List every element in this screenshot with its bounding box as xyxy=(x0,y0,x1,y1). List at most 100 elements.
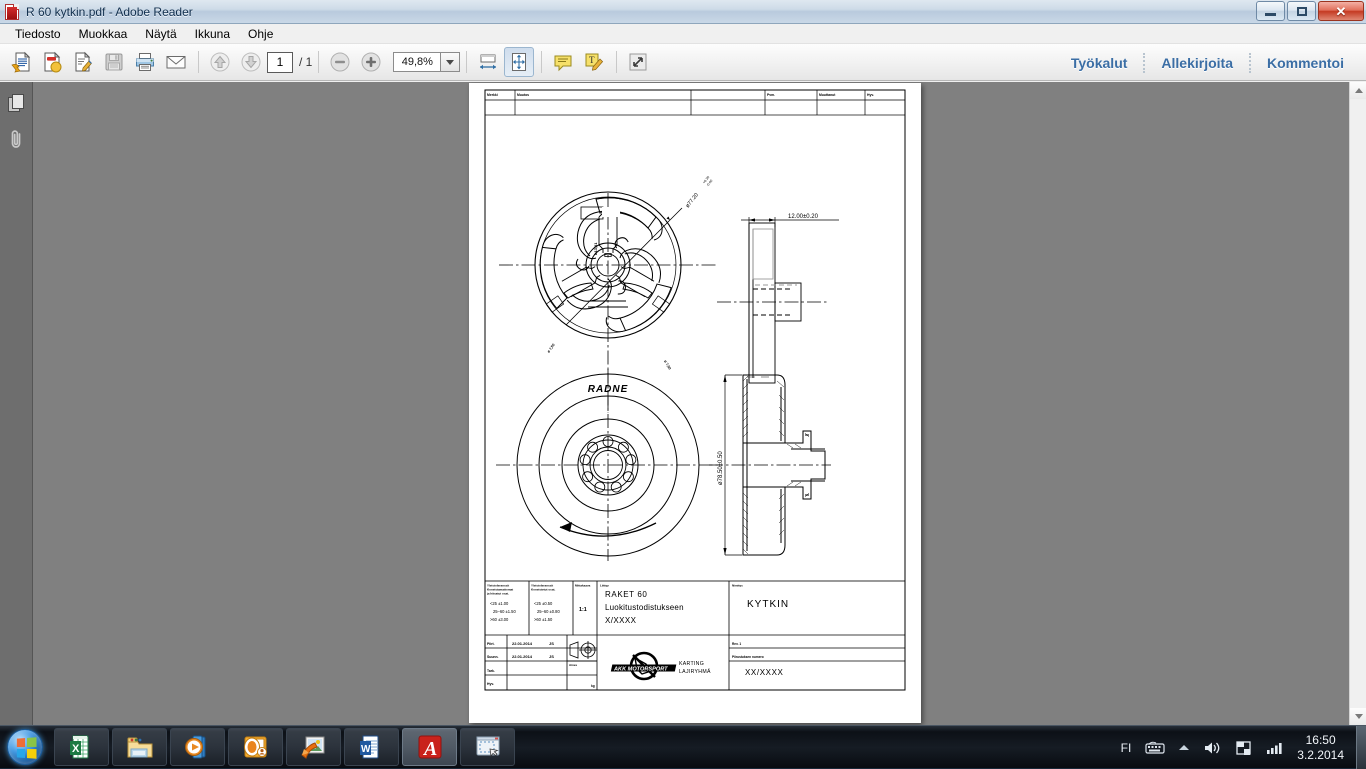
svg-text:LAJIRYHMÄ: LAJIRYHMÄ xyxy=(679,668,711,675)
word-icon: W xyxy=(358,733,386,761)
svg-text:Tark.: Tark. xyxy=(487,669,495,673)
taskbar-buttons: X xyxy=(54,728,518,766)
svg-text:Aines: Aines xyxy=(569,663,578,667)
svg-text:Pvm.: Pvm. xyxy=(767,93,775,97)
svg-text:JS: JS xyxy=(549,654,554,659)
svg-text:ø77.20: ø77.20 xyxy=(685,192,700,209)
svg-text:22.01.2014: 22.01.2014 xyxy=(512,641,533,646)
svg-text:25–60 ±1.50: 25–60 ±1.50 xyxy=(493,609,516,614)
fit-width-button[interactable] xyxy=(473,47,503,77)
taskbar-excel[interactable]: X xyxy=(54,728,109,766)
svg-text:RAKET 60: RAKET 60 xyxy=(605,590,647,599)
svg-text:>60 ±1.50: >60 ±1.50 xyxy=(534,617,553,622)
taskbar-explorer[interactable] xyxy=(112,728,167,766)
print-button[interactable] xyxy=(130,47,160,77)
minimize-button[interactable] xyxy=(1256,1,1285,21)
taskbar-snipping-tool[interactable] xyxy=(460,728,515,766)
show-hidden-icons-button[interactable] xyxy=(1179,745,1189,750)
vertical-scrollbar[interactable] xyxy=(1349,82,1366,725)
svg-text:<25 ±1.00: <25 ±1.00 xyxy=(490,601,509,606)
action-center-icon[interactable] xyxy=(1235,740,1252,756)
taskbar-word[interactable]: W xyxy=(344,728,399,766)
document-area: Merkki Muutos Pvm. Muuttanut Hyv. xyxy=(0,82,1366,725)
show-desktop-button[interactable] xyxy=(1356,726,1366,769)
svg-text:Piirt.: Piirt. xyxy=(487,642,495,646)
save-button[interactable] xyxy=(99,47,129,77)
photo-gallery-icon xyxy=(300,733,328,761)
page-number-input[interactable]: 1 xyxy=(267,52,293,73)
close-button[interactable]: ✕ xyxy=(1318,1,1364,21)
scroll-down-button[interactable] xyxy=(1350,708,1366,725)
page-thumbnails-icon[interactable] xyxy=(4,91,28,117)
sign-panel-link[interactable]: Allekirjoita xyxy=(1145,55,1249,71)
menu-window[interactable]: Ikkuna xyxy=(186,25,239,43)
comment-tool-button[interactable] xyxy=(548,47,578,77)
previous-page-button[interactable] xyxy=(205,47,235,77)
network-signal-icon[interactable] xyxy=(1266,741,1284,755)
zoom-level-input[interactable]: 49,8% xyxy=(393,52,441,72)
volume-icon[interactable] xyxy=(1203,740,1221,756)
taskbar-adobe-reader[interactable]: A xyxy=(402,728,457,766)
outlook-icon xyxy=(242,733,270,761)
svg-text:Muutos: Muutos xyxy=(517,93,529,97)
svg-text:kg: kg xyxy=(591,684,595,688)
windows-taskbar: X xyxy=(0,725,1366,768)
menu-help[interactable]: Ohje xyxy=(239,25,282,43)
fit-page-button[interactable] xyxy=(504,47,534,77)
svg-text:ø 7,50: ø 7,50 xyxy=(547,343,556,354)
toolbar-separator-2 xyxy=(318,51,319,73)
main-toolbar: 1 / 1 49,8% xyxy=(0,44,1366,81)
taskbar-media-player[interactable] xyxy=(170,728,225,766)
clock[interactable]: 16:50 3.2.2014 xyxy=(1291,733,1356,763)
zoom-dropdown-button[interactable] xyxy=(441,52,460,72)
text-edit-tool-button[interactable]: T xyxy=(579,47,609,77)
toolbar-separator-3 xyxy=(466,51,467,73)
taskbar-outlook[interactable] xyxy=(228,728,283,766)
svg-text:KYTKIN: KYTKIN xyxy=(747,599,789,610)
email-button[interactable] xyxy=(161,47,191,77)
comment-panel-link[interactable]: Kommentoi xyxy=(1251,55,1360,71)
create-pdf-button[interactable] xyxy=(37,47,67,77)
pdf-document-icon xyxy=(5,4,21,20)
folder-explorer-icon xyxy=(126,733,154,761)
scroll-up-button[interactable] xyxy=(1350,82,1366,99)
sign-document-button[interactable] xyxy=(68,47,98,77)
attachments-paperclip-icon[interactable] xyxy=(4,126,28,152)
adobe-reader-window: R 60 kytkin.pdf - Adobe Reader ✕ Tiedost… xyxy=(0,0,1366,725)
svg-text:ø78.50±0.50: ø78.50±0.50 xyxy=(718,451,724,485)
svg-text:T: T xyxy=(589,55,595,65)
document-scroll-region[interactable]: Merkki Muutos Pvm. Muuttanut Hyv. xyxy=(33,82,1349,725)
maximize-button[interactable] xyxy=(1287,1,1316,21)
tools-panel-link[interactable]: Työkalut xyxy=(1055,55,1144,71)
zoom-in-button[interactable] xyxy=(356,47,386,77)
keyboard-icon[interactable] xyxy=(1145,741,1165,754)
svg-text:ø 7,50: ø 7,50 xyxy=(663,360,672,371)
svg-text:1:1: 1:1 xyxy=(579,607,587,613)
next-page-button[interactable] xyxy=(236,47,266,77)
windows-start-orb-icon[interactable] xyxy=(2,727,48,767)
toolbar-separator xyxy=(198,51,199,73)
svg-text:>60 ±3.00: >60 ±3.00 xyxy=(490,617,509,622)
svg-text:25–60 ±0.80: 25–60 ±0.80 xyxy=(537,609,560,614)
svg-text:Merkki: Merkki xyxy=(487,93,498,97)
svg-text:Piirustuksen numero: Piirustuksen numero xyxy=(732,655,764,659)
scroll-down-icon xyxy=(1355,714,1363,719)
svg-text:Muuttanut: Muuttanut xyxy=(819,93,836,97)
adobe-reader-icon: A xyxy=(416,733,444,761)
menu-file[interactable]: Tiedosto xyxy=(6,25,70,43)
clock-time: 16:50 xyxy=(1297,733,1344,748)
svg-text:Mittakaava: Mittakaava xyxy=(575,584,591,588)
window-titlebar[interactable]: R 60 kytkin.pdf - Adobe Reader ✕ xyxy=(0,0,1366,24)
svg-text:Nimitys: Nimitys xyxy=(732,584,743,588)
svg-text:A: A xyxy=(422,738,437,760)
taskbar-photo-viewer[interactable] xyxy=(286,728,341,766)
menu-view[interactable]: Näytä xyxy=(136,25,185,43)
language-indicator[interactable]: FI xyxy=(1121,741,1132,755)
toolbar-right-links: Työkalut Allekirjoita Kommentoi xyxy=(1055,44,1360,81)
svg-text:RADNE: RADNE xyxy=(588,384,629,395)
open-file-button[interactable] xyxy=(6,47,36,77)
zoom-out-button[interactable] xyxy=(325,47,355,77)
menu-edit[interactable]: Muokkaa xyxy=(70,25,137,43)
read-mode-button[interactable] xyxy=(623,47,653,77)
svg-text:Hyv.: Hyv. xyxy=(487,682,494,686)
